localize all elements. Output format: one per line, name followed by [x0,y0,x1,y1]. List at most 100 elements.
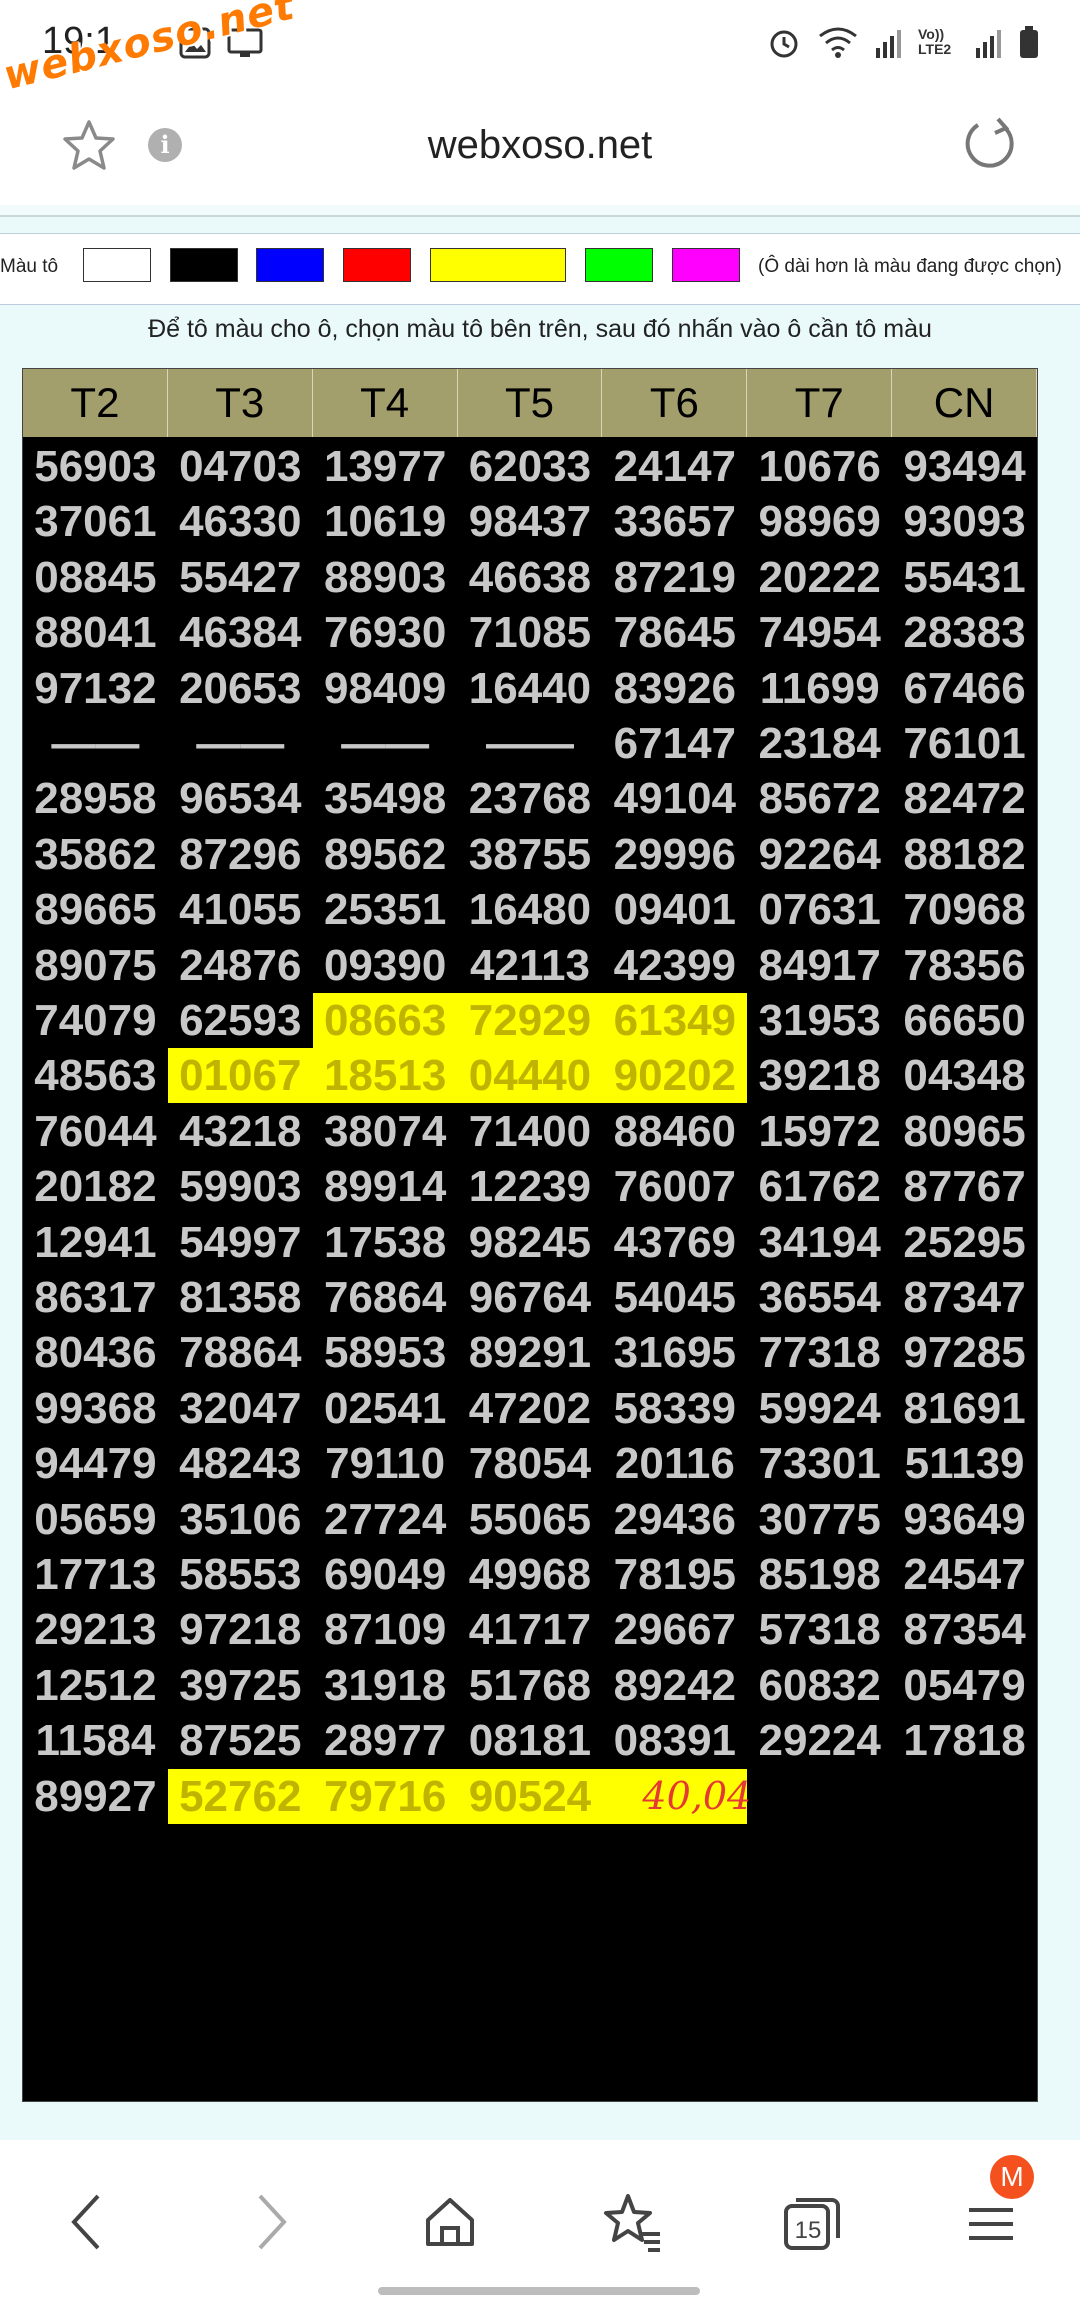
table-cell[interactable]: 89665 [23,882,168,937]
table-cell[interactable]: 31695 [602,1325,747,1380]
swatch-blue[interactable] [256,248,324,282]
table-cell[interactable]: 24147 [602,439,747,494]
table-cell[interactable]: 77318 [747,1325,892,1380]
table-cell[interactable]: 12239 [458,1159,603,1214]
table-cell[interactable]: 92264 [747,827,892,882]
back-button[interactable] [66,2190,106,2259]
table-cell[interactable]: 76044 [23,1104,168,1159]
table-cell[interactable]: 88460 [602,1104,747,1159]
table-cell[interactable]: 72929 [457,993,603,1048]
swatch-black[interactable] [170,248,238,282]
swatch-yellow[interactable] [430,248,566,282]
table-cell[interactable]: 57318 [747,1602,892,1657]
table-cell[interactable]: 88182 [892,827,1037,882]
table-cell[interactable] [747,1769,892,1824]
table-cell[interactable]: 27724 [313,1492,458,1547]
tabs-button[interactable]: 15 [780,2190,844,2259]
table-cell[interactable]: 48243 [168,1436,313,1491]
table-cell[interactable]: 35498 [313,771,458,826]
table-cell[interactable]: 87296 [168,827,313,882]
table-cell[interactable]: 05659 [23,1492,168,1547]
table-cell[interactable]: 29224 [747,1713,892,1768]
table-cell[interactable]: 73301 [747,1436,892,1491]
table-cell[interactable]: 46638 [458,550,603,605]
table-cell[interactable]: 59924 [747,1381,892,1436]
table-cell[interactable]: 39725 [168,1658,313,1713]
table-cell[interactable]: 42113 [458,938,603,993]
table-cell[interactable]: 05479 [892,1658,1037,1713]
table-cell[interactable]: 46384 [168,605,313,660]
table-cell[interactable]: 74954 [747,605,892,660]
table-cell[interactable]: 87354 [892,1602,1037,1657]
table-cell[interactable]: 12512 [23,1658,168,1713]
table-cell[interactable]: 89075 [23,938,168,993]
table-cell[interactable]: 51768 [458,1658,603,1713]
menu-button[interactable] [965,2190,1017,2259]
table-cell[interactable]: 04703 [168,439,313,494]
table-cell[interactable]: 98409 [313,661,458,716]
table-cell[interactable]: 58553 [168,1547,313,1602]
table-cell[interactable]: 88903 [313,550,458,605]
table-cell[interactable]: 60832 [747,1658,892,1713]
table-cell[interactable]: 80965 [892,1104,1037,1159]
table-cell[interactable]: 78195 [602,1547,747,1602]
table-cell[interactable]: 31953 [747,993,892,1048]
table-cell[interactable]: 37061 [23,494,168,549]
table-cell[interactable]: 35862 [23,827,168,882]
table-cell[interactable]: 76101 [892,716,1037,771]
table-cell[interactable]: 09390 [313,938,458,993]
table-cell[interactable]: 04348 [892,1048,1037,1103]
table-cell[interactable]: 55427 [168,550,313,605]
table-cell[interactable]: 49104 [602,771,747,826]
table-cell[interactable]: 28958 [23,771,168,826]
table-cell[interactable]: 90524 [457,1768,603,1824]
table-cell[interactable]: 31918 [313,1658,458,1713]
table-cell[interactable]: 07631 [747,882,892,937]
profile-avatar[interactable]: M [990,2155,1034,2199]
table-cell[interactable]: —— [23,716,168,771]
table-cell[interactable]: 62033 [458,439,603,494]
table-cell[interactable]: 93494 [892,439,1037,494]
table-cell[interactable]: 88041 [23,605,168,660]
table-cell[interactable]: 78054 [458,1436,603,1491]
table-cell[interactable]: 81691 [892,1381,1037,1436]
table-cell[interactable]: 43769 [602,1215,747,1270]
table-cell[interactable]: 02541 [313,1381,458,1436]
table-cell[interactable]: 97285 [892,1325,1037,1380]
table-cell[interactable]: 61349 [602,993,748,1048]
table-cell[interactable]: 90202 [602,1048,748,1104]
table-cell[interactable]: 87347 [892,1270,1037,1325]
table-cell[interactable]: 87219 [602,550,747,605]
table-cell[interactable]: 98245 [458,1215,603,1270]
table-cell[interactable]: 58339 [602,1381,747,1436]
table-cell[interactable]: 33657 [602,494,747,549]
table-cell[interactable]: 11584 [23,1713,168,1768]
table-cell[interactable]: 32047 [168,1381,313,1436]
table-cell[interactable]: 17818 [892,1713,1037,1768]
table-cell[interactable]: 42399 [602,938,747,993]
table-cell[interactable]: 51139 [892,1436,1037,1491]
table-cell[interactable]: 67147 [602,716,747,771]
table-cell[interactable]: 52762 [167,1768,313,1824]
home-button[interactable] [420,2190,480,2259]
table-cell[interactable]: 16440 [458,661,603,716]
table-cell[interactable]: 08391 [602,1713,747,1768]
table-cell[interactable]: 12941 [23,1215,168,1270]
table-cell[interactable]: 85672 [747,771,892,826]
table-cell[interactable]: 16480 [458,882,603,937]
table-cell[interactable]: 89562 [313,827,458,882]
table-cell[interactable]: 96534 [168,771,313,826]
table-cell[interactable]: 79110 [313,1436,458,1491]
table-cell[interactable]: 71400 [458,1104,603,1159]
table-cell[interactable]: 46330 [168,494,313,549]
table-cell[interactable]: 10676 [747,439,892,494]
table-cell[interactable]: —— [458,716,603,771]
table-cell[interactable]: 58953 [313,1325,458,1380]
forward-button[interactable] [252,2190,292,2259]
table-cell[interactable]: 15972 [747,1104,892,1159]
table-cell[interactable]: 23184 [747,716,892,771]
table-cell[interactable]: 59903 [168,1159,313,1214]
table-cell[interactable]: 97132 [23,661,168,716]
table-cell[interactable]: 36554 [747,1270,892,1325]
table-cell[interactable]: 76864 [313,1270,458,1325]
